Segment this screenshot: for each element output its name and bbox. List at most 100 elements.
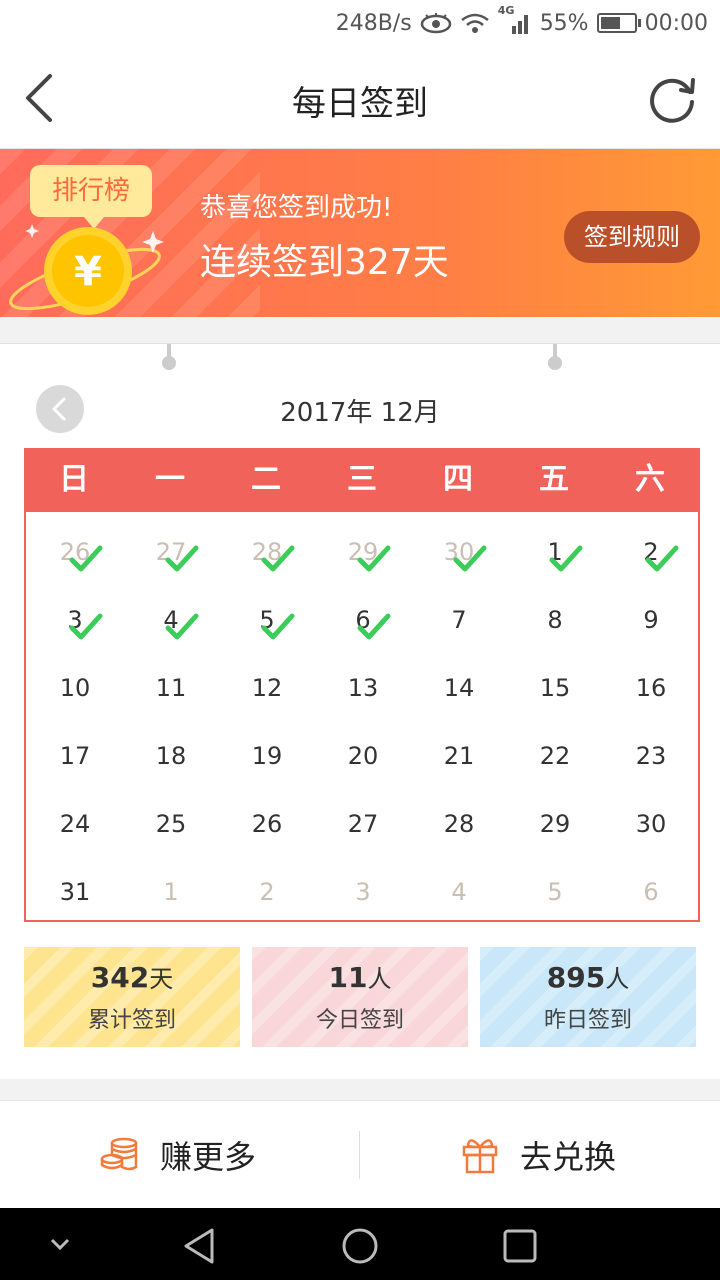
day-number: 19 (251, 742, 283, 770)
stat-today-checkins: 11人 今日签到 (252, 947, 468, 1047)
weekday-sun: 日 (59, 462, 89, 497)
day-number: 15 (539, 674, 571, 702)
calendar-day: 27 (123, 522, 219, 590)
divider (359, 1131, 360, 1179)
month-label: 2017年 12月 (280, 398, 440, 428)
day-number: 20 (347, 742, 379, 770)
day-number: 23 (635, 742, 667, 770)
checkmark-icon (645, 545, 679, 572)
day-number: 27 (347, 810, 379, 838)
day-number: 14 (443, 674, 475, 702)
calendar-day: 1 (507, 522, 603, 590)
day-number: 16 (635, 674, 667, 702)
calendar-day: 28 (411, 794, 507, 862)
calendar-day: 4 (123, 590, 219, 658)
day-number: 7 (451, 606, 467, 634)
stat-unit: 人 (367, 965, 392, 993)
weekday-wed: 三 (347, 462, 377, 497)
network-type: 4G (497, 4, 515, 17)
calendar-grid: 日 一 二 三 四 五 六 26 27 28 29 30 1 2 3 4 5 6 7 8 9 10 11 12 1… (24, 448, 700, 922)
calendar-day: 3 (27, 590, 123, 658)
ranking-label: 排行榜 (51, 176, 130, 206)
day-number: 12 (251, 674, 283, 702)
day-grid: 26 27 28 29 30 1 2 3 4 5 6 7 8 9 10 11 12 13 14 15 16 17 18 19 2… (26, 512, 698, 922)
calendar-day: 9 (603, 590, 699, 658)
home-nav-icon[interactable] (340, 1226, 380, 1266)
day-number: 9 (643, 606, 659, 634)
earn-more-button[interactable]: 赚更多 (100, 1101, 256, 1209)
wifi-icon (460, 13, 489, 33)
checkmark-icon (69, 613, 103, 640)
stat-label: 昨日签到 (543, 1008, 632, 1033)
weekday-tue: 二 (251, 462, 281, 497)
calendar-day: 31 (27, 862, 123, 930)
recents-nav-icon[interactable] (500, 1226, 540, 1266)
calendar-day: 30 (603, 794, 699, 862)
day-number: 13 (347, 674, 379, 702)
calendar-day: 4 (411, 862, 507, 930)
calendar-day: 2 (603, 522, 699, 590)
day-number: 30 (635, 810, 667, 838)
day-number: 17 (59, 742, 91, 770)
bottom-actions: 赚更多 去兑换 (0, 1100, 720, 1209)
streak-banner: 排行榜 ¥ 恭喜您签到成功! 连续签到327天 签到规则 (0, 149, 720, 317)
calendar-day: 26 (27, 522, 123, 590)
day-number: 24 (59, 810, 91, 838)
stat-unit: 天 (149, 965, 174, 993)
calendar-day: 11 (123, 658, 219, 726)
calendar-day: 30 (411, 522, 507, 590)
calendar-day: 8 (507, 590, 603, 658)
refresh-icon[interactable] (646, 72, 698, 124)
stat-label: 今日签到 (315, 1008, 404, 1033)
day-number: 1 (163, 878, 179, 906)
back-nav-icon[interactable] (180, 1226, 220, 1266)
calendar-day: 21 (411, 726, 507, 794)
stat-total-checkins: 342天 累计签到 (24, 947, 240, 1047)
streak-text: 连续签到327天 (200, 242, 449, 283)
calendar-day: 25 (123, 794, 219, 862)
stat-value: 11 (328, 961, 368, 994)
weekday-sat: 六 (635, 462, 665, 497)
stat-unit: 人 (605, 965, 630, 993)
checkmark-icon (165, 545, 199, 572)
chevron-down-icon[interactable] (48, 1234, 72, 1254)
title-bar: 每日签到 (0, 50, 720, 149)
calendar-day: 28 (219, 522, 315, 590)
calendar-day: 24 (27, 794, 123, 862)
day-number: 4 (451, 878, 467, 906)
day-number: 18 (155, 742, 187, 770)
calendar-day: 10 (27, 658, 123, 726)
stat-value: 895 (546, 961, 606, 994)
stat-label: 累计签到 (87, 1008, 176, 1033)
calendar-day: 29 (507, 794, 603, 862)
system-nav-bar (0, 1208, 720, 1280)
calendar-day: 27 (315, 794, 411, 862)
calendar-day: 18 (123, 726, 219, 794)
calendar-day: 1 (123, 862, 219, 930)
redeem-button[interactable]: 去兑换 (460, 1101, 616, 1209)
eye-icon (420, 13, 451, 34)
calendar-day: 26 (219, 794, 315, 862)
checkmark-icon (453, 545, 487, 572)
rules-button[interactable]: 签到规则 (564, 211, 700, 263)
day-number: 6 (643, 878, 659, 906)
day-number: 5 (547, 878, 563, 906)
day-number: 11 (155, 674, 187, 702)
calendar-day: 5 (507, 862, 603, 930)
ranking-button[interactable]: 排行榜 (30, 165, 152, 229)
net-speed: 248B/s (335, 10, 412, 36)
day-number: 3 (355, 878, 371, 906)
calendar-pin-left (162, 344, 176, 370)
calendar-day: 13 (315, 658, 411, 726)
day-number: 26 (251, 810, 283, 838)
day-number: 29 (539, 810, 571, 838)
weekday-mon: 一 (155, 462, 185, 497)
day-number: 21 (443, 742, 475, 770)
checkmark-icon (357, 613, 391, 640)
stats-row: 342天 累计签到 11人 今日签到 895人 昨日签到 (24, 947, 696, 1047)
weekday-fri: 五 (539, 462, 569, 497)
calendar-day: 20 (315, 726, 411, 794)
day-number: 8 (547, 606, 563, 634)
calendar-day: 7 (411, 590, 507, 658)
weekday-thu: 四 (443, 462, 473, 497)
